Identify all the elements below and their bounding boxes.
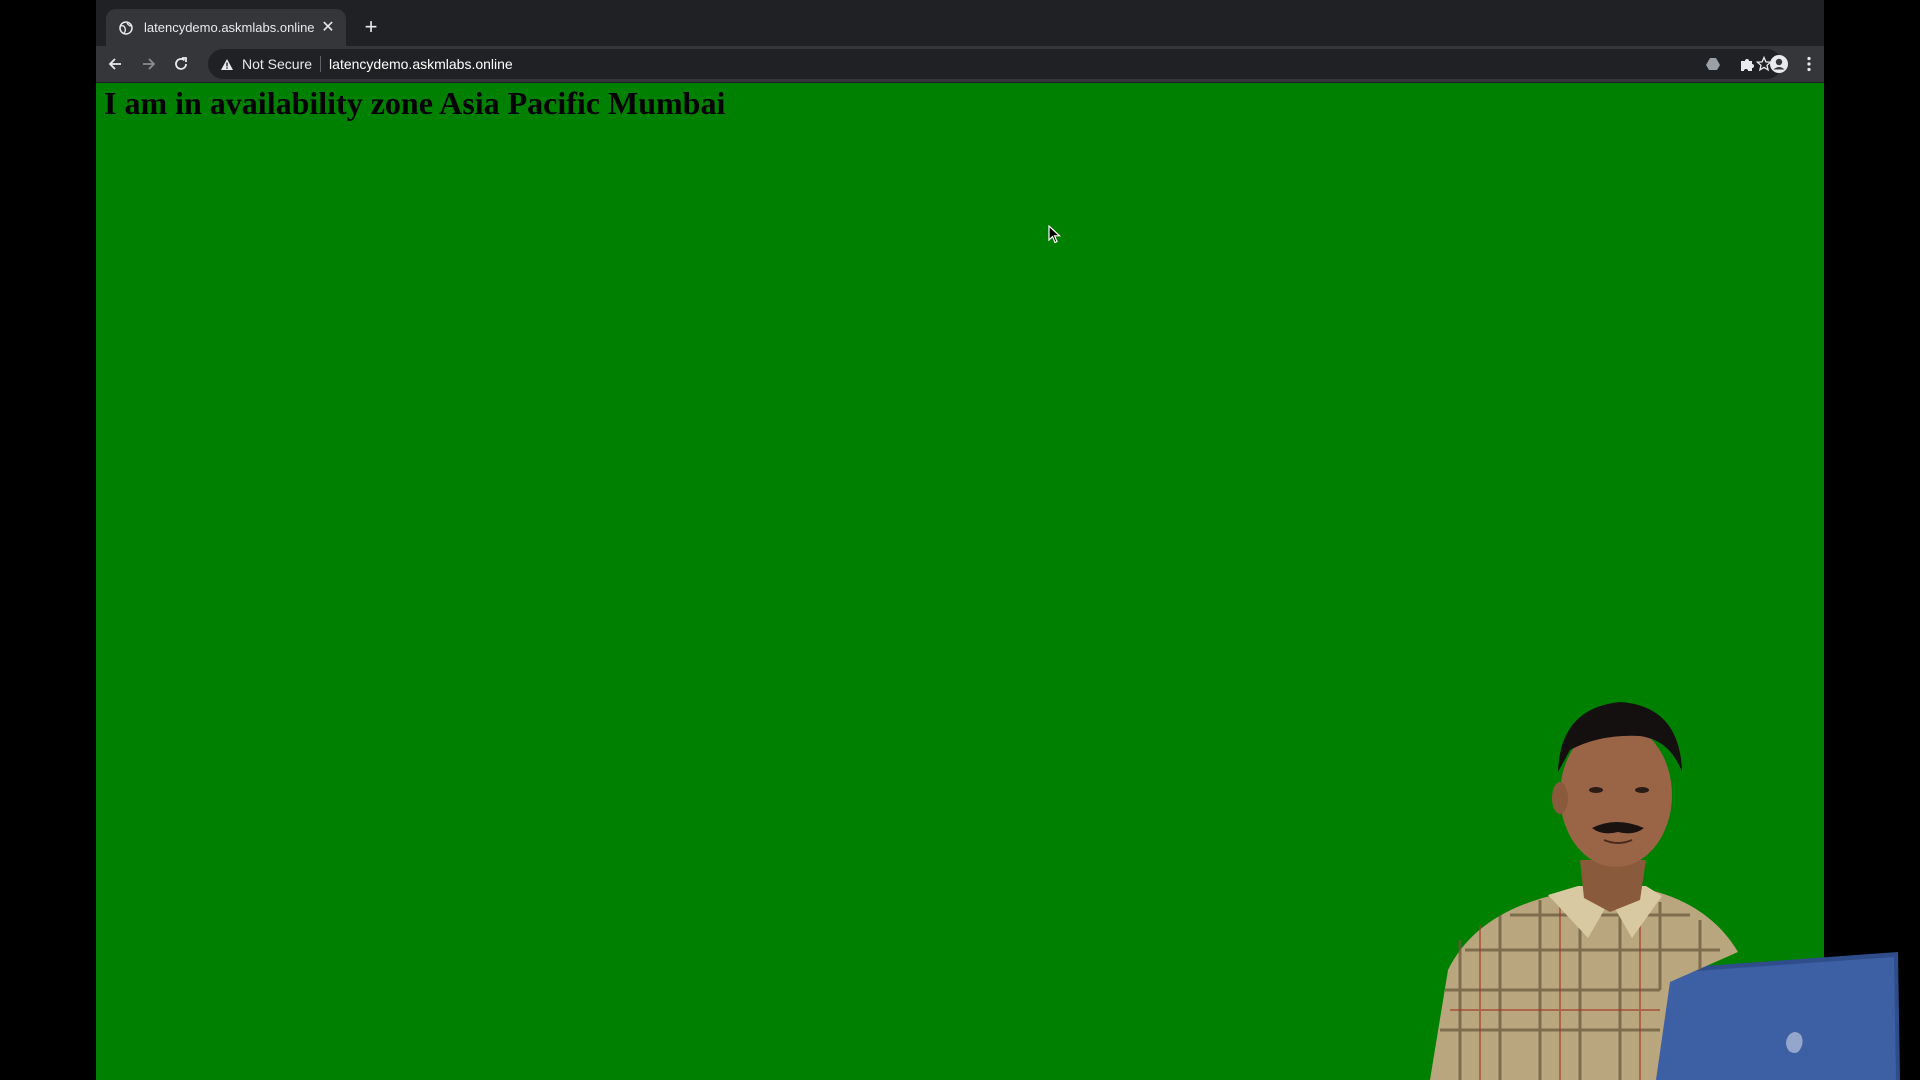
tab-title: latencydemo.askmlabs.online [144, 20, 315, 35]
tab-strip: latencydemo.askmlabs.online ✕ + [96, 0, 1824, 46]
profile-avatar-icon[interactable] [1766, 51, 1792, 77]
close-icon[interactable]: ✕ [318, 18, 338, 38]
omnibox-divider [320, 56, 322, 72]
mouse-cursor-icon [1048, 225, 1062, 244]
browser-toolbar: Not Secure latencydemo.askmlabs.online [96, 46, 1824, 83]
back-arrow-icon[interactable] [102, 51, 128, 77]
warning-triangle-icon[interactable] [220, 57, 234, 71]
plus-icon[interactable]: + [358, 14, 384, 40]
url-text[interactable]: latencydemo.askmlabs.online [329, 56, 1752, 72]
tab-latencydemo[interactable]: latencydemo.askmlabs.online ✕ [106, 9, 346, 46]
drive-icon[interactable] [1700, 51, 1726, 77]
reload-icon[interactable] [168, 51, 194, 77]
puzzle-extensions-icon[interactable] [1734, 51, 1760, 77]
address-bar[interactable]: Not Secure latencydemo.askmlabs.online [208, 49, 1782, 79]
globe-icon [118, 20, 134, 36]
page-heading: I am in availability zone Asia Pacific M… [104, 85, 726, 121]
kebab-menu-icon[interactable] [1796, 51, 1822, 77]
presenter-webcam-overlay [1430, 702, 1900, 1080]
security-status-label[interactable]: Not Secure [242, 56, 312, 72]
forward-arrow-icon[interactable] [136, 51, 162, 77]
